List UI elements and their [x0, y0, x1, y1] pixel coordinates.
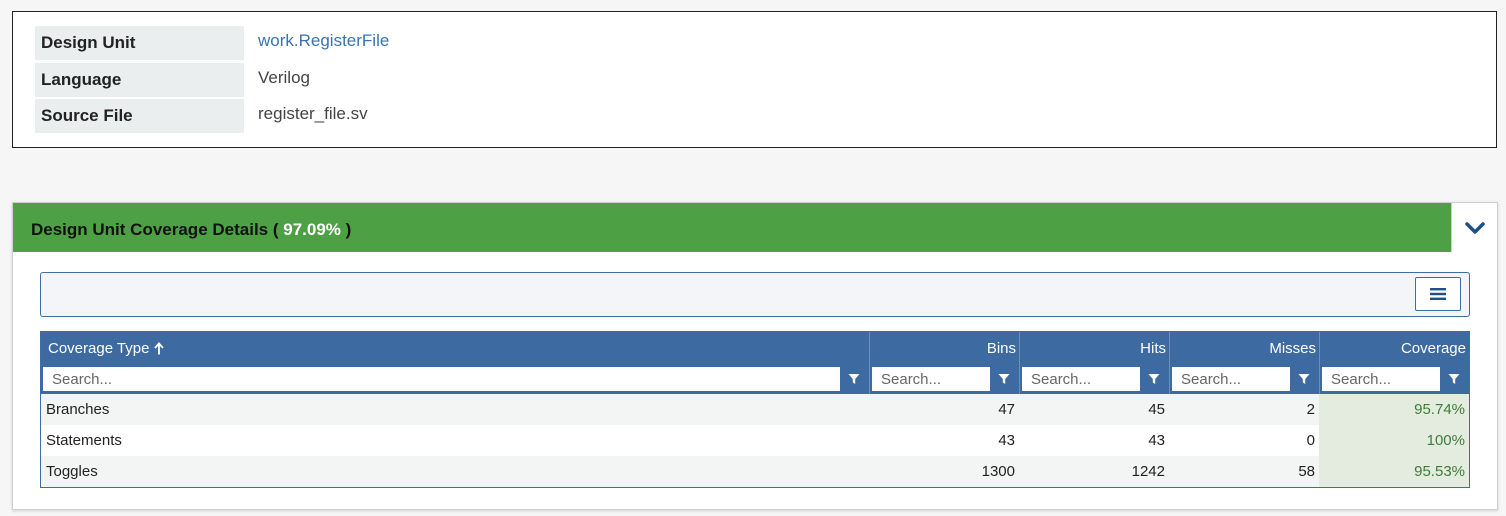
- chevron-down-icon: [1464, 221, 1485, 234]
- info-key-source-file: Source File: [35, 99, 244, 133]
- coverage-title-text: Design Unit Coverage Details: [31, 220, 269, 239]
- cell-misses: 0: [1306, 432, 1315, 449]
- filter-button-misses[interactable]: [1290, 367, 1318, 391]
- search-input-coverage[interactable]: [1322, 367, 1440, 391]
- filter-icon: [1298, 374, 1310, 384]
- cell-coverage: 95.74%: [1319, 394, 1469, 425]
- cell-hits: 43: [1148, 432, 1165, 449]
- cell-hits: 1242: [1131, 463, 1165, 480]
- cell-coverage-type: Statements: [46, 432, 122, 449]
- cell-bins: 43: [998, 432, 1015, 449]
- search-box-coverage-type: [43, 367, 868, 391]
- column-bins: Bins: [869, 332, 1019, 394]
- filter-icon: [1148, 374, 1160, 384]
- column-header-hits[interactable]: Hits: [1140, 332, 1166, 364]
- filter-button-bins[interactable]: [990, 367, 1018, 391]
- coverage-details-title: Design Unit Coverage Details ( 97.09% ): [31, 203, 351, 257]
- column-header-bins[interactable]: Bins: [987, 332, 1016, 364]
- cell-coverage-type: Branches: [46, 401, 110, 418]
- search-box-bins: [872, 367, 1018, 391]
- filter-icon: [848, 374, 860, 384]
- search-input-coverage-type[interactable]: [43, 367, 840, 391]
- cell-coverage-type: Toggles: [46, 463, 98, 480]
- cell-bins: 1300: [981, 463, 1015, 480]
- sort-ascending-icon: [154, 342, 165, 355]
- cell-bins: 47: [998, 401, 1015, 418]
- column-misses: Misses: [1169, 332, 1319, 394]
- filter-icon: [1448, 374, 1460, 384]
- cell-misses: 58: [1298, 463, 1315, 480]
- column-header-coverage[interactable]: Coverage: [1401, 332, 1466, 364]
- info-key-design-unit: Design Unit: [35, 26, 244, 60]
- filter-button-coverage-type[interactable]: [840, 367, 868, 391]
- table-row[interactable]: Branches 47 45 2 95.74%: [41, 394, 1469, 425]
- search-input-hits[interactable]: [1022, 367, 1140, 391]
- info-value-language: Verilog: [258, 68, 310, 87]
- table-body: Branches 47 45 2 95.74% Statements 43 43…: [41, 394, 1469, 487]
- column-header-coverage-type[interactable]: Coverage Type: [48, 332, 165, 364]
- cell-misses: 2: [1306, 401, 1315, 418]
- design-unit-info-panel: Design Unit work.RegisterFile Language V…: [12, 11, 1497, 148]
- column-menu-button[interactable]: [1415, 277, 1461, 311]
- column-coverage: Coverage: [1319, 332, 1469, 394]
- info-key-language: Language: [35, 63, 244, 97]
- column-coverage-type: Coverage Type: [41, 332, 869, 394]
- column-hits: Hits: [1019, 332, 1169, 394]
- grid-toolbar: [40, 272, 1470, 317]
- search-box-coverage: [1322, 367, 1468, 391]
- table-row[interactable]: Statements 43 43 0 100%: [41, 425, 1469, 456]
- search-input-misses[interactable]: [1172, 367, 1290, 391]
- coverage-open-paren: (: [272, 220, 279, 239]
- collapse-button[interactable]: [1451, 203, 1497, 252]
- cell-hits: 45: [1148, 401, 1165, 418]
- cell-coverage: 95.53%: [1319, 456, 1469, 487]
- table-header: Coverage Type Bins: [41, 332, 1469, 394]
- search-box-hits: [1022, 367, 1168, 391]
- search-box-misses: [1172, 367, 1318, 391]
- cell-coverage: 100%: [1319, 425, 1469, 456]
- hamburger-menu-icon: [1430, 288, 1446, 300]
- coverage-percent: 97.09%: [283, 220, 341, 239]
- filter-button-hits[interactable]: [1140, 367, 1168, 391]
- design-unit-link[interactable]: work.RegisterFile: [258, 26, 389, 60]
- column-header-misses[interactable]: Misses: [1269, 332, 1316, 364]
- coverage-close-paren: ): [345, 220, 352, 239]
- coverage-details-panel: Design Unit Coverage Details ( 97.09% ) …: [12, 202, 1498, 510]
- filter-icon: [998, 374, 1010, 384]
- column-label: Coverage Type: [48, 340, 150, 357]
- filter-button-coverage[interactable]: [1440, 367, 1468, 391]
- coverage-table: Coverage Type Bins: [40, 331, 1470, 488]
- table-row[interactable]: Toggles 1300 1242 58 95.53%: [41, 456, 1469, 487]
- search-input-bins[interactable]: [872, 367, 990, 391]
- info-value-source-file: register_file.sv: [258, 104, 368, 123]
- coverage-details-header[interactable]: Design Unit Coverage Details ( 97.09% ): [13, 203, 1451, 252]
